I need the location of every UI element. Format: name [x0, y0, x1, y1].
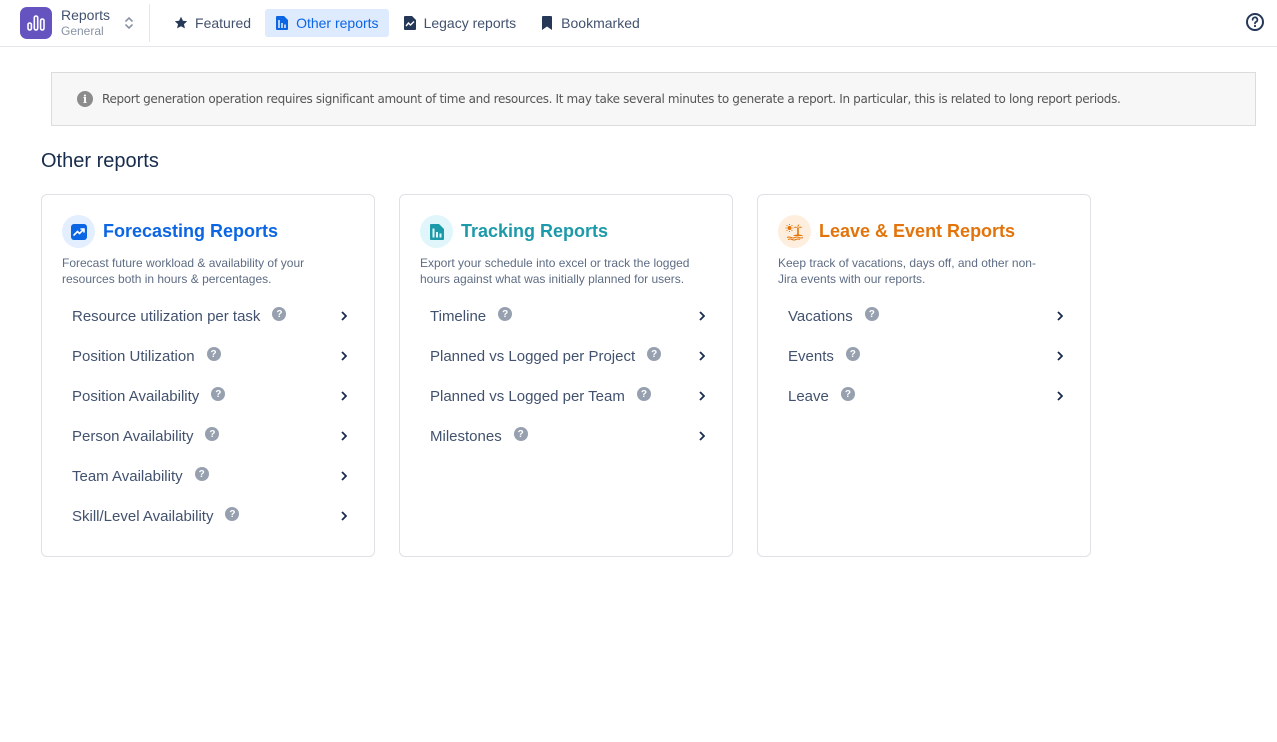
report-item-label: Leave — [788, 387, 829, 405]
report-item-label: Skill/Level Availability — [72, 507, 214, 525]
report-item-vacations[interactable]: Vacations ? — [778, 296, 1072, 336]
chevron-right-icon — [698, 391, 706, 401]
report-item-team-availability[interactable]: Team Availability ? — [62, 456, 356, 496]
help-icon[interactable]: ? — [194, 467, 209, 481]
help-icon[interactable]: ? — [225, 507, 240, 521]
tracking-reports-card: Tracking Reports Export your schedule in… — [399, 194, 733, 557]
chevron-right-icon — [340, 431, 348, 441]
report-item-label: Resource utilization per task — [72, 307, 261, 325]
report-item-timeline[interactable]: Timeline ? — [420, 296, 714, 336]
report-list: Timeline ? Planned vs Logged per Project… — [420, 296, 714, 456]
report-item-leave[interactable]: Leave ? — [778, 376, 1072, 416]
report-item-person-availability[interactable]: Person Availability ? — [62, 416, 356, 456]
tab-other-reports-label: Other reports — [296, 15, 379, 31]
report-item-resource-utilization-per-task[interactable]: Resource utilization per task ? — [62, 296, 356, 336]
card-description: Keep track of vacations, days off, and o… — [778, 256, 1036, 286]
tab-other-reports[interactable]: Other reports — [265, 9, 389, 37]
help-icon[interactable]: ? — [636, 387, 651, 401]
report-item-label: Planned vs Logged per Team — [430, 387, 625, 405]
help-icon[interactable]: ? — [845, 347, 860, 361]
report-item-events[interactable]: Events ? — [778, 336, 1072, 376]
legacy-document-icon — [403, 16, 417, 30]
tracking-report-icon — [420, 215, 453, 248]
report-item-label: Milestones — [430, 427, 502, 445]
info-banner: i Report generation operation requires s… — [51, 72, 1256, 126]
info-banner-text: Report generation operation requires sig… — [102, 92, 1121, 106]
card-description: Forecast future workload & availability … — [62, 256, 305, 286]
app-switcher[interactable]: Reports General — [0, 4, 151, 42]
tab-featured-label: Featured — [195, 15, 252, 31]
card-description: Export your schedule into excel or track… — [420, 256, 690, 286]
app-subtitle: General — [61, 24, 104, 38]
help-icon[interactable]: ? — [864, 307, 879, 321]
chevron-right-icon — [1056, 391, 1064, 401]
help-icon[interactable]: ? — [513, 427, 528, 441]
card-title: Forecasting Reports — [103, 221, 279, 241]
report-item-label: Events — [788, 347, 834, 365]
report-item-label: Vacations — [788, 307, 853, 325]
report-chart-icon — [275, 16, 289, 30]
report-item-milestones[interactable]: Milestones ? — [420, 416, 714, 456]
card-title: Leave & Event Reports — [819, 221, 1016, 241]
help-icon[interactable]: ? — [205, 427, 220, 441]
card-title: Tracking Reports — [461, 221, 609, 241]
report-item-skill-level-availability[interactable]: Skill/Level Availability ? — [62, 496, 356, 536]
help-icon[interactable]: ? — [840, 387, 855, 401]
chevron-right-icon — [340, 351, 348, 361]
help-icon[interactable]: ? — [498, 307, 513, 321]
help-circle-icon[interactable] — [1245, 12, 1265, 32]
report-item-label: Person Availability — [72, 427, 194, 445]
app-name: Reports — [61, 7, 111, 23]
tab-bookmarked[interactable]: Bookmarked — [530, 9, 650, 37]
chevron-up-down-icon — [123, 15, 135, 31]
tab-bookmarked-label: Bookmarked — [561, 15, 640, 31]
report-list: Resource utilization per task ? Position… — [62, 296, 356, 536]
report-list: Vacations ? Events ? Leave ? — [778, 296, 1072, 416]
leave-event-reports-card: Leave & Event Reports Keep track of vaca… — [757, 194, 1091, 557]
chevron-right-icon — [1056, 311, 1064, 321]
tab-legacy-reports[interactable]: Legacy reports — [393, 9, 527, 37]
chevron-right-icon — [340, 511, 348, 521]
forecasting-reports-card: Forecasting Reports Forecast future work… — [41, 194, 375, 557]
trend-up-icon — [62, 215, 95, 248]
chevron-right-icon — [340, 391, 348, 401]
help-icon[interactable]: ? — [206, 347, 221, 361]
report-item-position-availability[interactable]: Position Availability ? — [62, 376, 356, 416]
island-vacation-icon — [778, 215, 811, 248]
report-item-label: Planned vs Logged per Project — [430, 347, 636, 365]
tab-legacy-reports-label: Legacy reports — [423, 15, 517, 31]
report-item-label: Position Availability — [72, 387, 200, 405]
report-tabs: Featured Other reports Legacy reports Bo… — [164, 9, 650, 37]
help-icon[interactable]: ? — [647, 347, 662, 361]
chevron-right-icon — [698, 311, 706, 321]
info-icon: i — [77, 91, 93, 107]
top-navigation-bar: Reports General Featured Other reports L… — [0, 0, 1277, 47]
chevron-right-icon — [340, 311, 348, 321]
chevron-right-icon — [340, 471, 348, 481]
chevron-right-icon — [1056, 351, 1064, 361]
report-item-label: Position Utilization — [72, 347, 195, 365]
star-icon — [174, 16, 188, 30]
help-icon[interactable]: ? — [211, 387, 226, 401]
bookmark-icon — [540, 16, 554, 30]
chevron-right-icon — [698, 431, 706, 441]
report-item-planned-vs-logged-per-team[interactable]: Planned vs Logged per Team ? — [420, 376, 714, 416]
report-item-planned-vs-logged-per-project[interactable]: Planned vs Logged per Project ? — [420, 336, 714, 376]
chevron-right-icon — [698, 351, 706, 361]
tab-featured[interactable]: Featured — [164, 9, 261, 37]
page-title: Other reports — [41, 150, 159, 172]
bar-chart-icon — [20, 7, 52, 39]
report-item-label: Team Availability — [72, 467, 183, 485]
help-icon[interactable]: ? — [272, 307, 287, 321]
report-item-label: Timeline — [430, 307, 487, 325]
report-item-position-utilization[interactable]: Position Utilization ? — [62, 336, 356, 376]
